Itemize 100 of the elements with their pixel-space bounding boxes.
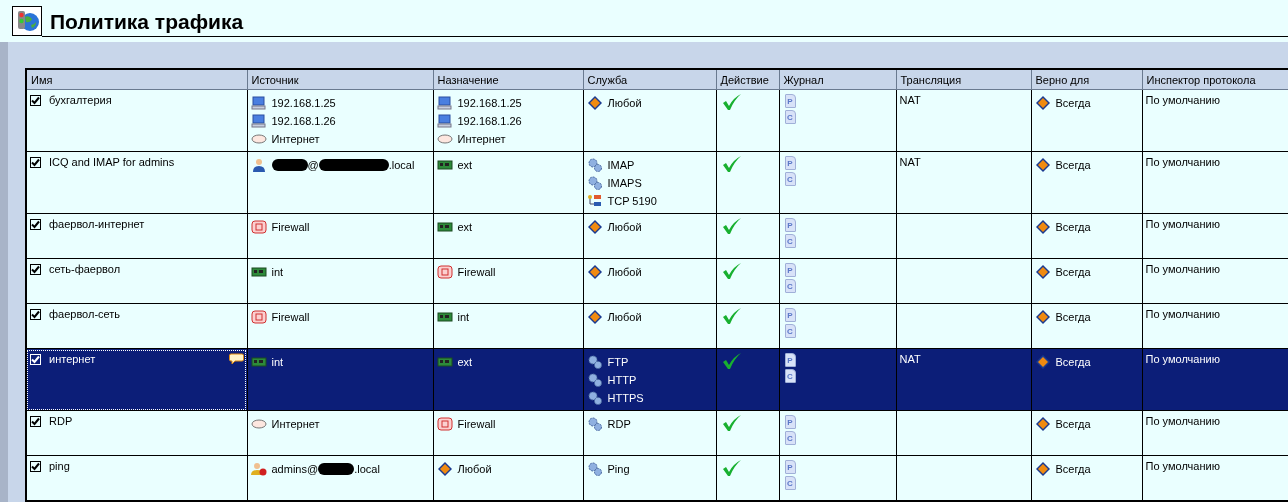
schedule-label: Всегда [1055, 311, 1091, 323]
checkbox[interactable] [30, 218, 41, 230]
network-card-icon [436, 220, 453, 234]
log-document-icon: P [784, 94, 796, 108]
column-header[interactable]: Журнал [779, 69, 896, 90]
object-label: .local [388, 159, 415, 171]
gears-icon [586, 176, 603, 190]
translation-label: NAT [899, 353, 921, 365]
redaction-bar [271, 159, 308, 171]
log-document-icon: C [784, 279, 796, 293]
computer-icon [436, 114, 453, 128]
object-label: Любой [457, 463, 492, 475]
column-header[interactable]: Действие [716, 69, 779, 90]
gears-icon [586, 373, 603, 387]
log-document-icon: P [784, 308, 796, 322]
checkbox[interactable] [30, 460, 41, 472]
object-label: Любой [607, 266, 642, 278]
checkbox[interactable] [30, 415, 41, 427]
schedule-label: Всегда [1055, 463, 1091, 475]
checkbox[interactable] [30, 308, 41, 320]
column-header[interactable]: Имя [26, 69, 247, 90]
diamond-arrows-icon [1034, 96, 1051, 110]
object-label: Интернет [457, 133, 506, 145]
diamond-arrows-icon [586, 310, 603, 324]
column-header[interactable]: Трансляция [896, 69, 1031, 90]
column-header[interactable]: Служба [583, 69, 716, 90]
network-card-icon [250, 355, 267, 369]
users-icon [250, 462, 267, 476]
object-label: int [457, 311, 470, 323]
rule-name: сеть-фаервол [49, 263, 121, 275]
diamond-arrows-icon [1034, 220, 1051, 234]
object-label: 192.168.1.26 [457, 115, 522, 127]
schedule-label: Всегда [1055, 221, 1091, 233]
object-label: RDP [607, 418, 631, 430]
rule-name: фаервол-интернет [49, 218, 145, 230]
log-document-icon: C [784, 431, 796, 445]
gears-icon [586, 462, 603, 476]
inspector-label: По умолчанию [1145, 156, 1220, 168]
object-label: IMAPS [607, 177, 642, 189]
object-label: Интернет [271, 133, 320, 145]
schedule-label: Всегда [1055, 356, 1091, 368]
object-label: FTP [607, 356, 629, 368]
log-document-icon: C [784, 369, 796, 383]
page-title: Политика трафика [42, 10, 1288, 37]
column-header[interactable]: Назначение [433, 69, 583, 90]
inspector-label: По умолчанию [1145, 460, 1220, 472]
object-label: int [271, 266, 284, 278]
rule-name: RDP [49, 415, 73, 427]
log-document-icon: C [784, 110, 796, 124]
cloud-icon [250, 417, 267, 431]
object-label: Firewall [271, 311, 310, 323]
translation-label: NAT [899, 156, 921, 168]
column-header[interactable]: Верно для [1031, 69, 1142, 90]
network-card-icon [250, 265, 267, 279]
object-label: 192.168.1.25 [271, 97, 336, 109]
object-label: Firewall [457, 418, 496, 430]
inspector-label: По умолчанию [1145, 263, 1220, 275]
diamond-arrows-icon [1034, 355, 1051, 369]
object-label: Ping [607, 463, 630, 475]
gears-icon [586, 355, 603, 369]
log-document-icon: P [784, 415, 796, 429]
object-label: Firewall [457, 266, 496, 278]
schedule-label: Всегда [1055, 97, 1091, 109]
object-label: 192.168.1.26 [271, 115, 336, 127]
translation-label: NAT [899, 94, 921, 106]
rule-name: интернет [49, 353, 96, 365]
gears-icon [586, 391, 603, 405]
rule-name: ping [49, 460, 70, 472]
firewall-icon [250, 310, 267, 324]
object-label: HTTP [607, 374, 637, 386]
diamond-arrows-icon [586, 265, 603, 279]
inspector-label: По умолчанию [1145, 415, 1220, 427]
log-document-icon: P [784, 263, 796, 277]
computer-icon [436, 96, 453, 110]
firewall-icon [436, 265, 453, 279]
object-label: Любой [607, 97, 642, 109]
object-label: @ [307, 159, 319, 171]
inspector-label: По умолчанию [1145, 353, 1220, 365]
diamond-arrows-icon [1034, 310, 1051, 324]
network-card-icon [436, 355, 453, 369]
schedule-label: Всегда [1055, 266, 1091, 278]
column-header[interactable]: Инспектор протокола [1142, 69, 1288, 90]
rule-name: бухгалтерия [49, 94, 112, 106]
rule-name: фаервол-сеть [49, 308, 121, 320]
log-document-icon: P [784, 353, 796, 367]
gears-icon [586, 417, 603, 431]
checkbox[interactable] [30, 263, 41, 275]
cloud-icon [436, 132, 453, 146]
connection-icon [586, 194, 603, 208]
diamond-arrows-icon [1034, 265, 1051, 279]
traffic-light-globe-icon [12, 6, 42, 36]
cloud-icon [250, 132, 267, 146]
user-icon [250, 158, 267, 172]
redaction-bar [318, 159, 389, 171]
checkbox[interactable] [30, 94, 41, 106]
diamond-arrows-icon [1034, 158, 1051, 172]
checkbox[interactable] [30, 156, 41, 168]
computer-icon [250, 114, 267, 128]
column-header[interactable]: Источник [247, 69, 433, 90]
log-document-icon: C [784, 324, 796, 338]
